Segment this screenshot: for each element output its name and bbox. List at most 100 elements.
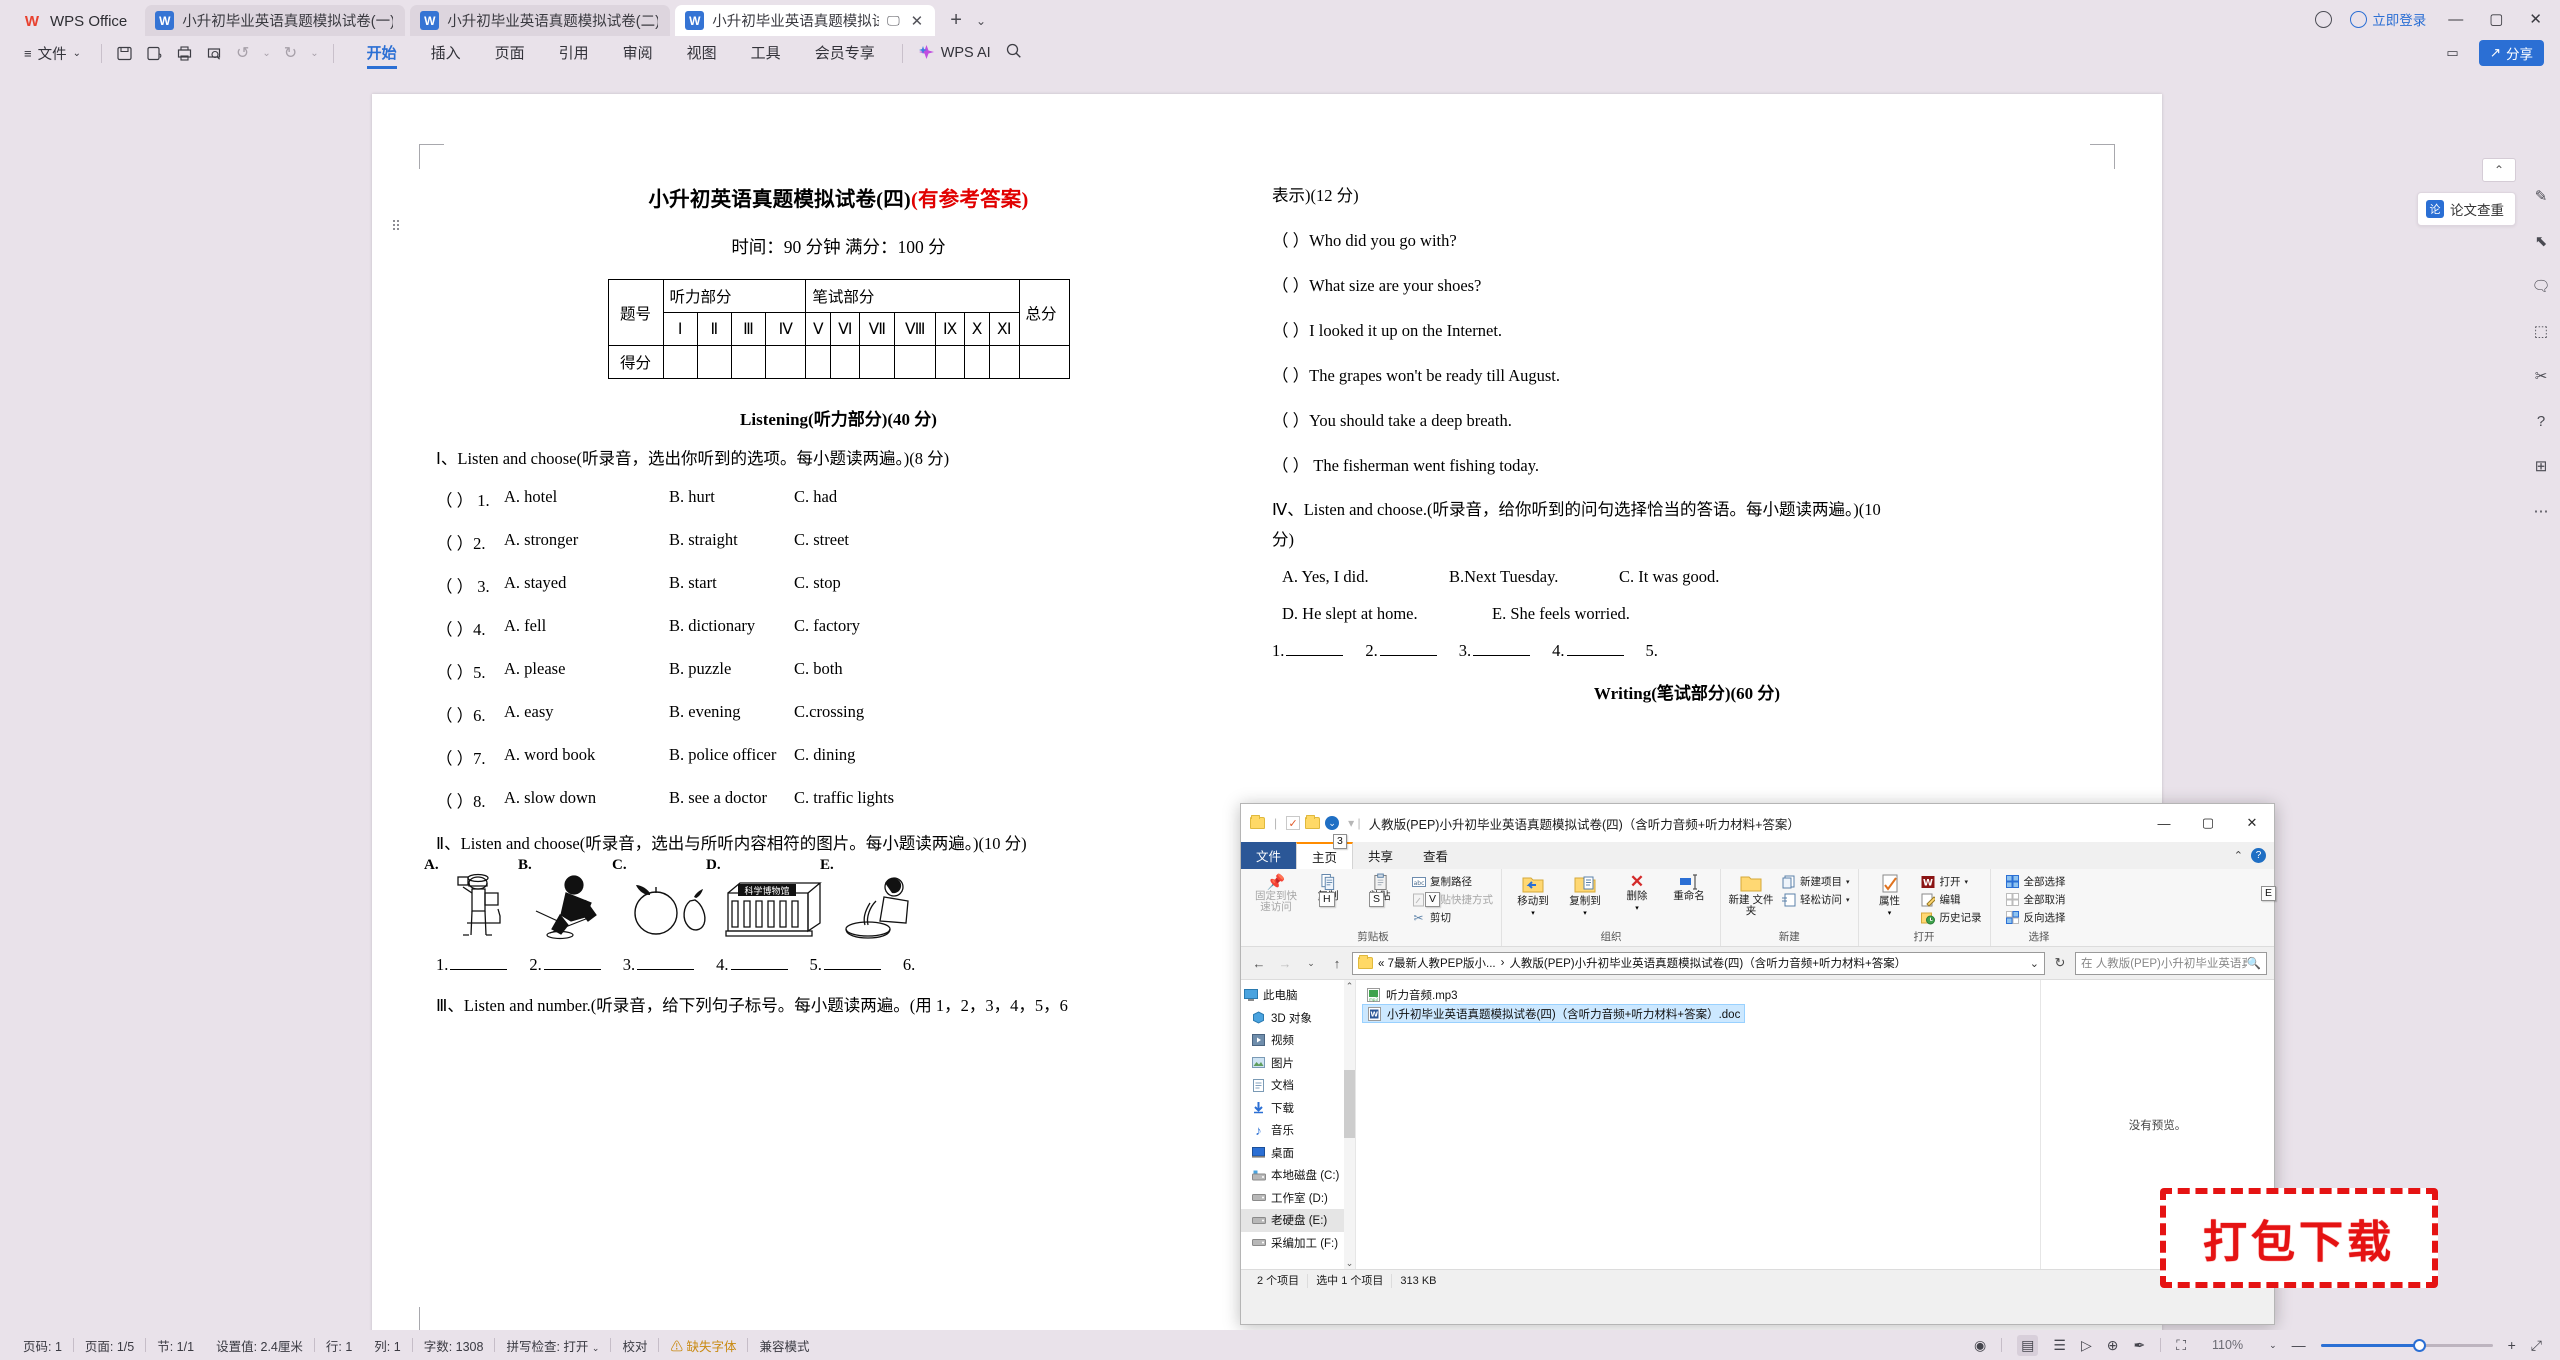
score-cell-8[interactable] <box>894 345 937 379</box>
easy-access-button[interactable]: 轻松访问 ▾ <box>1781 892 1850 907</box>
move-to-button[interactable]: 移动到 ▾ <box>1508 872 1558 919</box>
print-preview-icon[interactable] <box>206 45 223 62</box>
answer-blank[interactable] <box>543 955 601 971</box>
answer-blank[interactable] <box>637 955 695 971</box>
globe-icon[interactable] <box>2315 10 2333 28</box>
file-list-item-selected[interactable]: W 小升初毕业英语真题模拟试卷(四)（含听力音频+听力材料+答案）.doc <box>1362 1004 1746 1023</box>
redo-icon[interactable]: ↻ <box>284 43 297 63</box>
question-3-item[interactable]: （ ）I looked it up on the Internet. <box>1272 317 2102 341</box>
score-cell-10[interactable] <box>964 345 990 379</box>
ribbon-tab-tools[interactable]: 工具 <box>734 39 798 68</box>
up-button[interactable]: ↑ <box>1326 952 1348 974</box>
new-folder-icon[interactable] <box>1305 815 1321 829</box>
score-cell-3[interactable] <box>730 345 767 379</box>
address-path-box[interactable]: « 7最新人教PEP版小... › 人教版(PEP)小升初毕业英语真题模拟试卷(… <box>1352 951 2045 975</box>
status-missing-font[interactable]: ⚠ 缺失字体 <box>659 1336 747 1355</box>
fullscreen-button[interactable]: ⤢ <box>2531 1337 2542 1354</box>
outline-view-icon[interactable]: ☰ <box>2053 1337 2066 1354</box>
zoom-out-button[interactable]: — <box>2292 1337 2306 1353</box>
chevron-down-icon[interactable]: ▾ <box>1846 878 1850 886</box>
new-item-button[interactable]: 新建项目 ▾ <box>1781 874 1850 889</box>
answer-blank[interactable] <box>1473 641 1531 657</box>
minimize-window-button[interactable]: — <box>2444 11 2467 28</box>
answer-paren[interactable]: （ ） 3. <box>436 573 504 597</box>
nav-item-pictures[interactable]: 图片 <box>1241 1052 1355 1075</box>
breadcrumb-current[interactable]: 人教版(PEP)小升初毕业英语真题模拟试卷(四)（含听力音频+听力材料+答案） <box>1509 955 1906 971</box>
nav-item-downloads[interactable]: 下载 <box>1241 1097 1355 1120</box>
question-3-item[interactable]: （ ）The grapes won't be ready till August… <box>1272 362 2102 386</box>
score-cell-6[interactable] <box>830 345 861 379</box>
nav-item-local-disk-c[interactable]: 本地磁盘 (C:) <box>1241 1164 1355 1187</box>
chart-icon[interactable]: ⊞ <box>2531 456 2551 476</box>
question-3-item[interactable]: （ ）You should take a deep breath. <box>1272 407 2102 431</box>
zoom-dropdown-icon[interactable]: ⌄ <box>2269 1340 2277 1351</box>
score-cell-2[interactable] <box>696 345 732 379</box>
explorer-search-box[interactable]: 在 人教版(PEP)小升初毕业英语真题... 🔍 <box>2075 951 2267 975</box>
nav-item-videos[interactable]: 视频 <box>1241 1029 1355 1052</box>
tab-list-chevron-icon[interactable]: ⌄ <box>976 14 986 28</box>
web-view-icon[interactable]: ⊕ <box>2107 1337 2119 1354</box>
maximize-window-button[interactable]: ▢ <box>2485 10 2507 28</box>
zoom-level-label[interactable]: 110% <box>2201 1338 2254 1352</box>
address-dropdown-icon[interactable]: ⌄ <box>2030 957 2039 970</box>
explorer-file-list[interactable]: mp3 听力音频.mp3 W 小升初毕业英语真题模拟试卷(四)（含听力音频+听力… <box>1356 980 2040 1269</box>
ribbon-tab-member[interactable]: 会员专享 <box>798 39 892 68</box>
copy-to-button[interactable]: 复制到 ▾ <box>1560 872 1610 919</box>
file-explorer-window[interactable]: | ✓ ⌄ ▾ | 人教版(PEP)小升初毕业英语真题模拟试卷(四)（含听力音频… <box>1240 803 2277 1325</box>
chevron-down-icon[interactable]: ▾ <box>1965 878 1969 886</box>
forward-button[interactable]: → <box>1274 952 1296 974</box>
score-cell-5[interactable] <box>805 345 832 379</box>
picture-option-c[interactable]: C. <box>612 857 712 941</box>
picture-option-e[interactable]: E. <box>820 857 924 941</box>
cursor-icon[interactable]: ⬉ <box>2531 231 2551 251</box>
file-list-item[interactable]: mp3 听力音频.mp3 <box>1362 985 1462 1004</box>
answer-blank[interactable] <box>1379 641 1437 657</box>
ribbon-tab-insert[interactable]: 插入 <box>414 39 478 68</box>
picture-option-b[interactable]: B. <box>518 857 618 941</box>
comment-icon[interactable]: 🗨 <box>2531 276 2551 296</box>
ribbon-tab-start[interactable]: 开始 <box>350 39 414 69</box>
ribbon-collapse-chevron-icon[interactable]: ⌃ <box>2234 849 2243 862</box>
explorer-tab-view[interactable]: 查看 <box>1408 842 1463 869</box>
zoom-in-button[interactable]: + <box>2508 1337 2516 1353</box>
answer-blank[interactable] <box>730 955 788 971</box>
explorer-minimize-button[interactable]: — <box>2142 804 2186 842</box>
document-tab-2[interactable]: W 小升初毕业英语真题模拟试卷(二)（含 <box>410 5 671 36</box>
present-monitor-icon[interactable]: 🖵 <box>887 13 900 29</box>
answer-blank[interactable] <box>823 955 881 971</box>
select-none-button[interactable]: 全部取消 <box>2005 892 2066 907</box>
plagiarism-check-chip[interactable]: 论 论文查重 <box>2417 192 2516 226</box>
properties-button[interactable]: 属性 ▾ <box>1865 872 1915 919</box>
nav-item-desktop[interactable]: 桌面 <box>1241 1142 1355 1165</box>
new-tab-icon[interactable]: + <box>950 9 962 32</box>
page-view-icon[interactable]: ▤ <box>2017 1334 2039 1356</box>
new-folder-button[interactable]: 新建 文件夹 <box>1727 872 1775 919</box>
document-tab-3-active[interactable]: W 小升初毕业英语真题模拟试卷( 🖵 ✕ <box>675 5 936 36</box>
close-tab-icon[interactable]: ✕ <box>911 12 924 30</box>
score-cell-4[interactable] <box>765 345 807 379</box>
score-cell-11[interactable] <box>988 345 1020 379</box>
answer-paren[interactable]: （ ）8. <box>436 788 504 812</box>
file-menu-button[interactable]: ≡ 文件 ⌄ <box>14 43 91 64</box>
chevron-down-icon[interactable]: ▾ <box>1583 909 1587 917</box>
question-3-item[interactable]: （ ）What size are your shoes? <box>1272 272 2102 296</box>
explorer-nav-pane[interactable]: 此电脑 3D 对象 视频 图片 文档 下载 ♪ 音乐 桌面 本地磁盘 (C:) … <box>1241 980 1356 1269</box>
chevron-down-icon[interactable]: ▾ <box>1635 904 1639 912</box>
breadcrumb-parent[interactable]: « 7最新人教PEP版小... <box>1378 955 1496 971</box>
scroll-up-icon[interactable]: ⌃ <box>1344 980 1355 993</box>
help-icon[interactable]: ? <box>2251 848 2266 863</box>
chevron-down-icon[interactable]: ▾ <box>1531 909 1535 917</box>
close-window-button[interactable]: ✕ <box>2525 10 2546 28</box>
picture-option-d[interactable]: D. 科学博物馆 <box>706 857 826 941</box>
properties-check-icon[interactable]: ✓ <box>1286 816 1301 830</box>
eye-icon[interactable]: ◉ <box>1974 1337 1986 1354</box>
ribbon-tab-review[interactable]: 审阅 <box>606 39 670 68</box>
undo-icon[interactable]: ↺ <box>236 43 249 63</box>
ribbon-tab-view[interactable]: 视图 <box>670 39 734 68</box>
explorer-tab-share[interactable]: 共享 <box>1353 842 1408 869</box>
nav-item-documents[interactable]: 文档 <box>1241 1074 1355 1097</box>
document-tab-1[interactable]: W 小升初毕业英语真题模拟试卷(一)（含 <box>145 5 406 36</box>
refresh-button[interactable]: ↻ <box>2049 952 2071 974</box>
answer-paren[interactable]: （ ）5. <box>436 659 504 683</box>
ribbon-tab-reference[interactable]: 引用 <box>542 39 606 68</box>
